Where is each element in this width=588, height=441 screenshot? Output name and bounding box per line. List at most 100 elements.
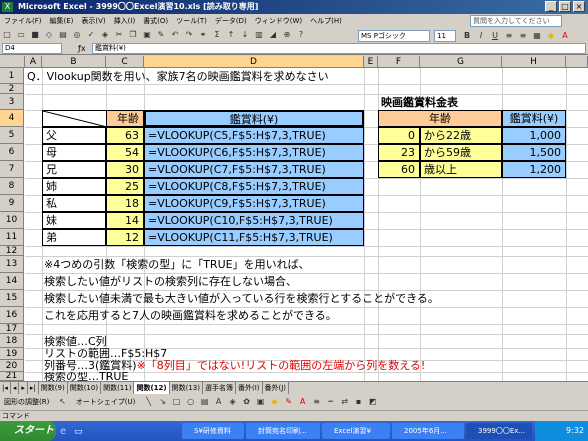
family-age[interactable]: 12 [106, 229, 144, 246]
picture-icon[interactable]: ▣ [255, 396, 267, 408]
help-icon[interactable]: ? [295, 29, 307, 41]
underline-icon[interactable]: U [489, 30, 501, 42]
menu-format[interactable]: 書式(O) [139, 14, 172, 28]
column-header-f[interactable]: F [378, 56, 420, 68]
chart-wizard-icon[interactable]: ▥ [253, 29, 265, 41]
price-age-from[interactable]: 23 [378, 144, 420, 161]
align-left-icon[interactable]: ≡ [503, 30, 515, 42]
sheet-tab[interactable]: 関数(11) [101, 382, 135, 394]
family-name[interactable]: 私 [42, 195, 106, 212]
row-header[interactable]: 12 [0, 246, 24, 256]
draw-font-color-icon[interactable]: A [297, 396, 309, 408]
fee-header-selected-cell[interactable]: 鑑賞料(¥) [144, 110, 364, 127]
line-icon[interactable]: ╲ [143, 396, 155, 408]
family-age[interactable]: 30 [106, 161, 144, 178]
row-header[interactable]: 6 [0, 144, 24, 161]
sheet-tab[interactable]: 選手名簿 [203, 382, 236, 394]
price-fee-header[interactable]: 鑑賞料(¥) [502, 110, 566, 127]
sheet-tab-active[interactable]: 関数(12) [134, 382, 170, 394]
line-color-icon[interactable]: ✎ [283, 396, 295, 408]
start-button[interactable]: スタート [0, 421, 56, 441]
row-header[interactable]: 7 [0, 161, 24, 178]
menu-window[interactable]: ウィンドウ(W) [251, 14, 306, 28]
taskbar-item[interactable]: Excel演習¥ [322, 423, 390, 439]
row-header[interactable]: 4 [0, 110, 24, 127]
hyperlink-icon[interactable]: ⚭ [197, 29, 209, 41]
excel-app-icon[interactable]: X [2, 2, 13, 12]
fx-icon[interactable]: ƒx [78, 43, 90, 54]
taskbar-item[interactable]: 2005年6月... [392, 423, 464, 439]
price-age-range[interactable]: から59歳 [420, 144, 502, 161]
drawing-icon[interactable]: ◢ [267, 29, 279, 41]
family-fee-formula[interactable]: =VLOOKUP(C7,F$5:H$7,3,TRUE) [144, 161, 364, 178]
price-age-header[interactable]: 年齢 [378, 110, 502, 127]
family-age[interactable]: 14 [106, 212, 144, 229]
close-button[interactable]: × [573, 1, 585, 12]
row-header[interactable]: 21 [0, 372, 24, 381]
column-header-g[interactable]: G [420, 56, 502, 68]
italic-icon[interactable]: I [475, 30, 487, 42]
menu-data[interactable]: データ(D) [211, 14, 251, 28]
tab-nav-prev-icon[interactable]: ◂ [11, 382, 20, 394]
menu-tools[interactable]: ツール(T) [172, 14, 211, 28]
spelling-icon[interactable]: ✓ [85, 29, 97, 41]
redo-icon[interactable]: ↷ [183, 29, 195, 41]
sheet-tab[interactable]: 番外(J) [263, 382, 290, 394]
row-header[interactable]: 20 [0, 360, 24, 372]
open-icon[interactable]: ▭ [15, 29, 27, 41]
sheet-tab[interactable]: 関数(9) [39, 382, 68, 394]
family-name[interactable]: 父 [42, 127, 106, 144]
bold-icon[interactable]: B [461, 30, 473, 42]
rectangle-icon[interactable]: □ [171, 396, 183, 408]
draw-fill-color-icon[interactable]: ◆ [269, 396, 281, 408]
column-header-a[interactable]: A [25, 56, 42, 68]
family-name[interactable]: 弟 [42, 229, 106, 246]
row-header[interactable]: 16 [0, 307, 24, 324]
row-header[interactable]: 2 [0, 84, 24, 94]
autosum-icon[interactable]: Σ [211, 29, 223, 41]
menu-edit[interactable]: 編集(E) [46, 14, 78, 28]
zoom-icon[interactable]: ⊕ [281, 29, 293, 41]
row-header[interactable]: 19 [0, 348, 24, 360]
format-painter-icon[interactable]: ✎ [155, 29, 167, 41]
menu-file[interactable]: ファイル(F) [0, 14, 46, 28]
taskbar-item-active[interactable]: 3999〇〇Ex... [466, 423, 532, 439]
family-name[interactable]: 母 [42, 144, 106, 161]
price-fee[interactable]: 1,500 [502, 144, 566, 161]
family-age[interactable]: 18 [106, 195, 144, 212]
tab-nav-next-icon[interactable]: ▸ [19, 382, 28, 394]
family-fee-formula[interactable]: =VLOOKUP(C8,F$5:H$7,3,TRUE) [144, 178, 364, 195]
family-fee-formula[interactable]: =VLOOKUP(C11,F$5:H$7,3,TRUE) [144, 229, 364, 246]
tab-nav-first-icon[interactable]: |◂ [0, 382, 11, 394]
price-fee[interactable]: 1,200 [502, 161, 566, 178]
taskbar-item[interactable]: S¥研修資料 [182, 423, 244, 439]
price-age-from[interactable]: 60 [378, 161, 420, 178]
shadow-icon[interactable]: ▪ [353, 396, 365, 408]
price-age-range[interactable]: 歳以上 [420, 161, 502, 178]
row-header[interactable]: 8 [0, 178, 24, 195]
taskbar-item[interactable]: 封筒宛名印刷... [246, 423, 320, 439]
family-age[interactable]: 25 [106, 178, 144, 195]
row-header[interactable]: 11 [0, 229, 24, 246]
wordart-icon[interactable]: A [213, 396, 225, 408]
fill-color-icon[interactable]: ◆ [545, 30, 557, 42]
select-objects-icon[interactable]: ↖ [57, 396, 69, 408]
age-header[interactable]: 年齢 [106, 110, 144, 127]
clock[interactable]: 9:32 [566, 426, 584, 435]
row-header[interactable]: 1 [0, 68, 24, 84]
sheet-tab[interactable]: 関数(13) [170, 382, 203, 394]
clipart-icon[interactable]: ✿ [241, 396, 253, 408]
line-style-icon[interactable]: ≡ [311, 396, 323, 408]
menu-insert[interactable]: 挿入(I) [110, 14, 140, 28]
formula-input[interactable]: 鑑賞料(¥) [92, 43, 586, 54]
print-preview-icon[interactable]: ◎ [71, 29, 83, 41]
dash-style-icon[interactable]: ┅ [325, 396, 337, 408]
family-name[interactable]: 姉 [42, 178, 106, 195]
font-size-select[interactable]: 11 [434, 30, 456, 42]
family-fee-formula[interactable]: =VLOOKUP(C6,F$5:H$7,3,TRUE) [144, 144, 364, 161]
name-box[interactable]: D4 [2, 43, 62, 54]
row-header[interactable]: 10 [0, 212, 24, 229]
family-name[interactable]: 妹 [42, 212, 106, 229]
align-center-icon[interactable]: ≡ [517, 30, 529, 42]
3d-icon[interactable]: ◩ [367, 396, 379, 408]
